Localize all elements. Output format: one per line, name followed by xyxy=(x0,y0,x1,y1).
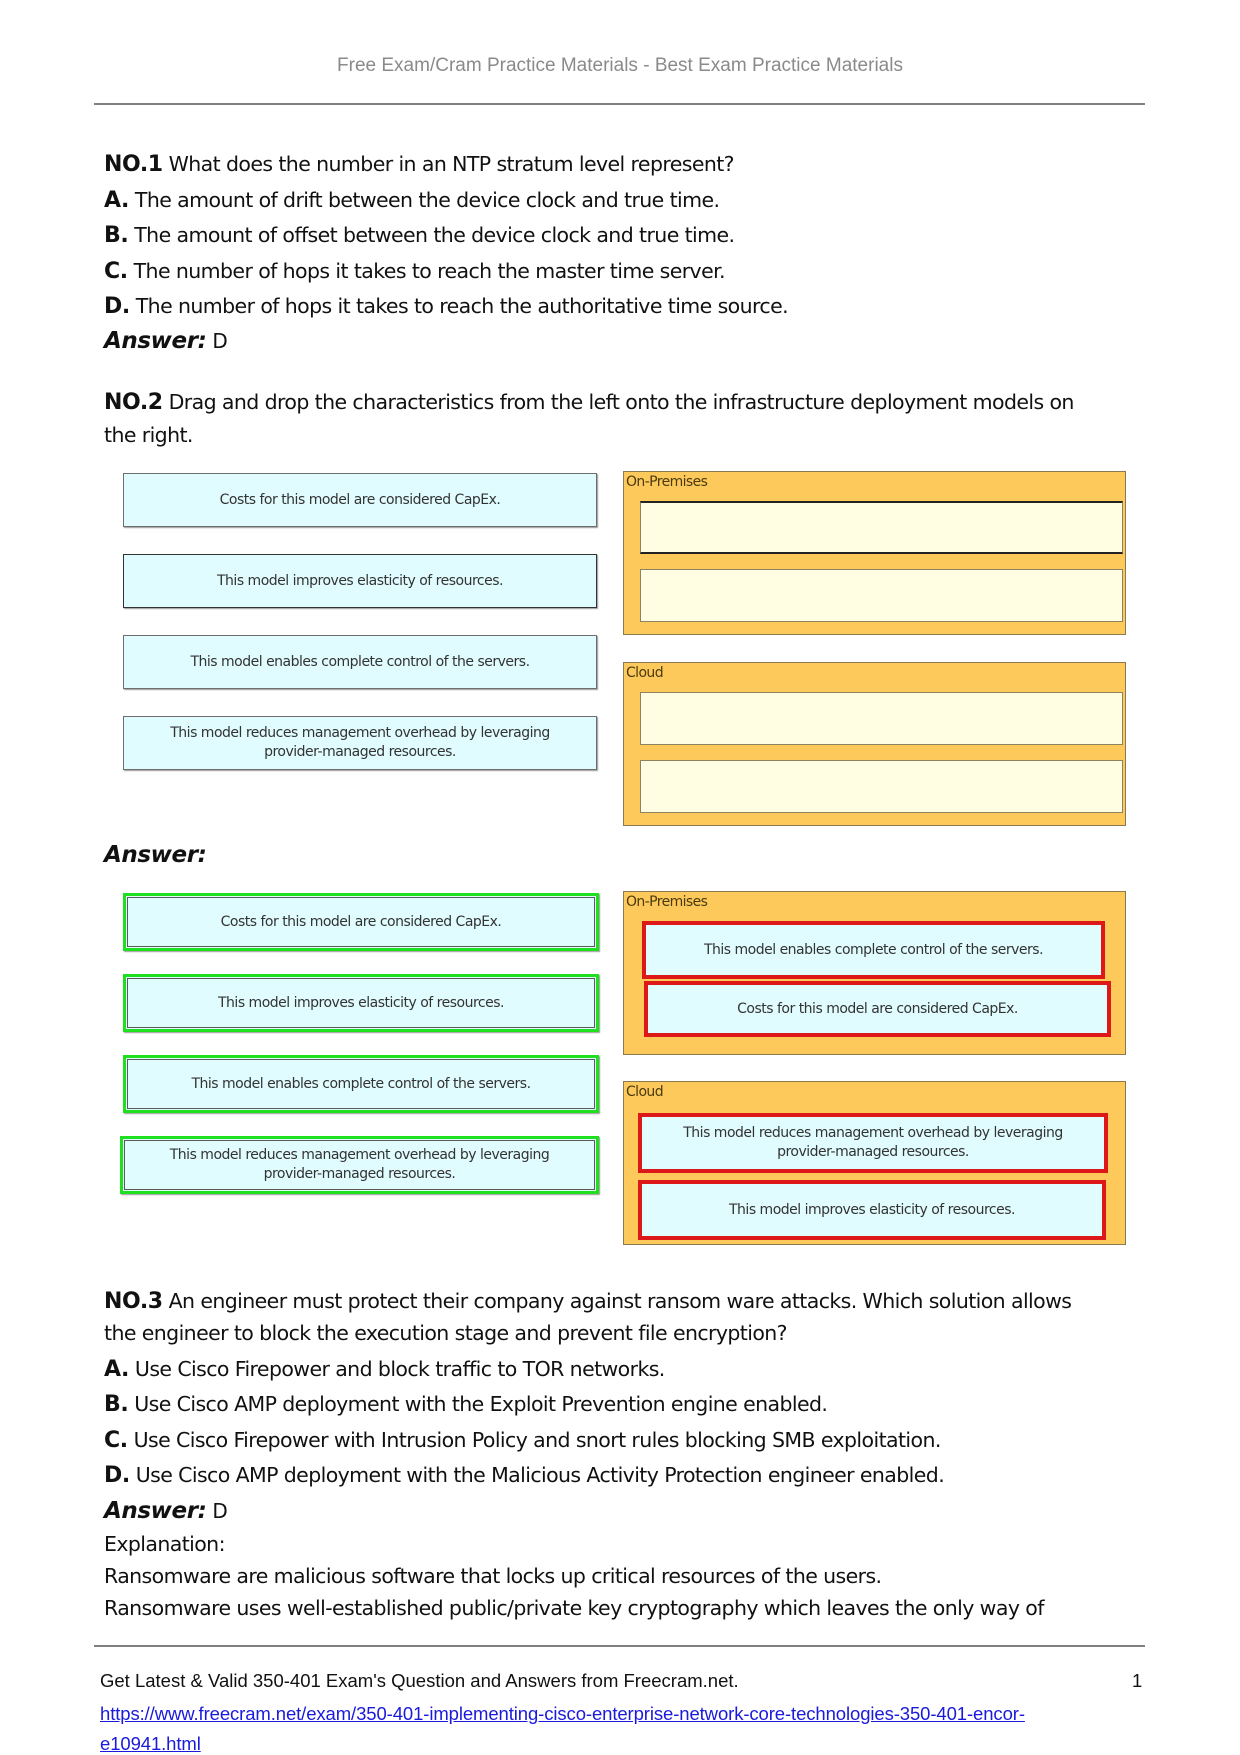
answer-label: Answer: xyxy=(104,1498,207,1524)
option-text: Use Cisco AMP deployment with the Malici… xyxy=(135,1463,945,1487)
panel-label: On-Premises xyxy=(626,474,708,490)
option-text: Use Cisco Firepower and block traffic to… xyxy=(134,1357,665,1381)
option-letter: B. xyxy=(104,1392,129,1417)
item-text: This model enables complete control of t… xyxy=(191,1075,531,1092)
option-b: B. The amount of offset between the devi… xyxy=(104,223,735,248)
item-text: This model reduces management overhead b… xyxy=(683,1125,1063,1160)
answer-1: Answer: D xyxy=(104,328,228,354)
option-letter: D. xyxy=(104,294,130,319)
option-text: The amount of drift between the device c… xyxy=(134,188,720,212)
target-panel-on-premises: On-Premises This model enables complete … xyxy=(623,891,1126,1055)
option-text: Use Cisco AMP deployment with the Exploi… xyxy=(134,1392,828,1416)
answer-value: D xyxy=(212,1499,228,1523)
drop-slot[interactable] xyxy=(640,569,1123,622)
item-text: This model improves elasticity of resour… xyxy=(217,572,503,589)
answer-value: D xyxy=(212,329,228,353)
question-1: NO.1 What does the number in an NTP stra… xyxy=(104,152,735,177)
option-letter: C. xyxy=(104,259,128,284)
question-number: NO.2 xyxy=(104,390,163,415)
answer-label: Answer: xyxy=(104,328,207,354)
item-text: Costs for this model are considered CapE… xyxy=(737,1000,1018,1017)
answer-label: Answer: xyxy=(104,842,207,868)
panel-label: Cloud xyxy=(626,665,664,681)
draggable-item[interactable]: This model enables complete control of t… xyxy=(123,635,597,689)
question-text: the right. xyxy=(104,423,193,447)
option-letter: A. xyxy=(104,188,129,213)
target-panel-cloud: Cloud xyxy=(623,662,1126,826)
placed-item[interactable]: This model enables complete control of t… xyxy=(642,921,1105,979)
placed-item[interactable]: Costs for this model are considered CapE… xyxy=(644,981,1111,1037)
draggable-item[interactable]: This model reduces management overhead b… xyxy=(120,1136,599,1194)
draggable-item[interactable]: Costs for this model are considered CapE… xyxy=(123,893,599,951)
page-number: 1 xyxy=(1132,1670,1143,1691)
option-text: The amount of offset between the device … xyxy=(134,223,735,247)
option-text: Use Cisco Firepower with Intrusion Polic… xyxy=(133,1428,942,1452)
option-c: C. Use Cisco Firepower with Intrusion Po… xyxy=(104,1428,941,1453)
question-text: An engineer must protect their company a… xyxy=(168,1289,1072,1313)
panel-label: Cloud xyxy=(626,1084,664,1100)
option-d: D. The number of hops it takes to reach … xyxy=(104,294,789,319)
option-c: C. The number of hops it takes to reach … xyxy=(104,259,726,284)
item-text: This model enables complete control of t… xyxy=(190,653,530,670)
question-3-cont: the engineer to block the execution stag… xyxy=(104,1321,788,1345)
explanation-label: Explanation: xyxy=(104,1532,225,1556)
item-text: This model reduces management overhead b… xyxy=(170,725,550,760)
option-text: The number of hops it takes to reach the… xyxy=(135,294,789,318)
header-divider xyxy=(94,103,1145,105)
item-text: This model reduces management overhead b… xyxy=(169,1147,550,1182)
drop-slot[interactable] xyxy=(640,760,1123,813)
footer-link[interactable]: https://www.freecram.net/exam/350-401-im… xyxy=(100,1703,1025,1725)
draggable-item[interactable]: Costs for this model are considered CapE… xyxy=(123,473,597,527)
item-text: This model enables complete control of t… xyxy=(703,941,1044,958)
panel-label: On-Premises xyxy=(626,894,708,910)
option-text: The number of hops it takes to reach the… xyxy=(133,259,726,283)
draggable-item[interactable]: This model reduces management overhead b… xyxy=(123,716,597,770)
page-header-title: Free Exam/Cram Practice Materials - Best… xyxy=(337,55,903,76)
placed-item[interactable]: This model reduces management overhead b… xyxy=(638,1113,1108,1173)
option-letter: A. xyxy=(104,1357,129,1382)
question-text: the engineer to block the execution stag… xyxy=(104,1321,788,1345)
option-letter: B. xyxy=(104,223,129,248)
option-a: A. The amount of drift between the devic… xyxy=(104,188,720,213)
footer-text: Get Latest & Valid 350-401 Exam's Questi… xyxy=(100,1670,739,1691)
item-text: This model improves elasticity of resour… xyxy=(729,1201,1015,1218)
option-letter: D. xyxy=(104,1463,130,1488)
draggable-item[interactable]: This model improves elasticity of resour… xyxy=(123,974,599,1032)
drop-slot[interactable] xyxy=(640,501,1123,554)
answer-3: Answer: D xyxy=(104,1498,228,1524)
placed-item[interactable]: This model improves elasticity of resour… xyxy=(638,1180,1106,1240)
option-b: B. Use Cisco AMP deployment with the Exp… xyxy=(104,1392,828,1417)
item-text: Costs for this model are considered CapE… xyxy=(219,491,501,508)
draggable-item[interactable]: This model enables complete control of t… xyxy=(123,1055,599,1113)
answer-2: Answer: xyxy=(104,842,207,868)
footer-divider xyxy=(94,1645,1145,1647)
draggable-item[interactable]: This model improves elasticity of resour… xyxy=(123,554,597,608)
question-text: What does the number in an NTP stratum l… xyxy=(168,152,735,176)
footer-link-cont[interactable]: e10941.html xyxy=(100,1733,201,1755)
option-letter: C. xyxy=(104,1428,128,1453)
option-a: A. Use Cisco Firepower and block traffic… xyxy=(104,1357,665,1382)
explanation-line: Ransomware uses well-established public/… xyxy=(104,1596,1044,1620)
target-panel-cloud: Cloud This model reduces management over… xyxy=(623,1081,1126,1245)
question-number: NO.3 xyxy=(104,1289,163,1314)
drop-slot[interactable] xyxy=(640,692,1123,745)
question-number: NO.1 xyxy=(104,152,163,177)
item-text: This model improves elasticity of resour… xyxy=(218,994,504,1011)
question-2: NO.2 Drag and drop the characteristics f… xyxy=(104,390,1074,415)
item-text: Costs for this model are considered CapE… xyxy=(220,913,502,930)
option-d: D. Use Cisco AMP deployment with the Mal… xyxy=(104,1463,945,1488)
question-3: NO.3 An engineer must protect their comp… xyxy=(104,1289,1072,1314)
question-text: Drag and drop the characteristics from t… xyxy=(168,390,1075,414)
target-panel-on-premises: On-Premises xyxy=(623,471,1126,635)
question-2-cont: the right. xyxy=(104,423,193,447)
explanation-line: Ransomware are malicious software that l… xyxy=(104,1564,882,1588)
